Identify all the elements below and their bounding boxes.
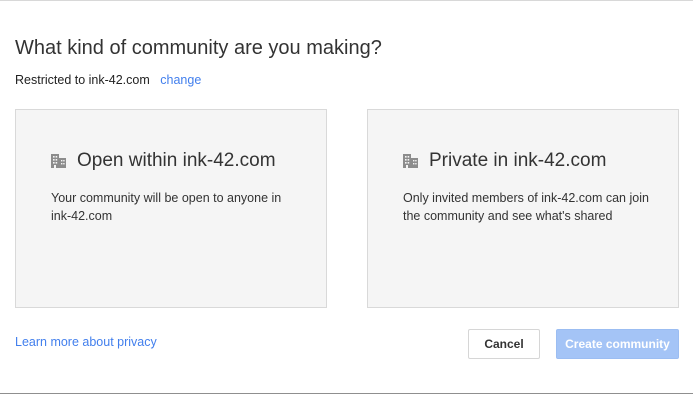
building-icon [403, 154, 418, 168]
create-community-dialog: What kind of community are you making? R… [0, 0, 693, 394]
private-option-description: Only invited members of ink-42.com can j… [403, 191, 649, 223]
open-option-title: Open within ink-42.com [77, 150, 276, 171]
building-icon [51, 154, 66, 168]
open-community-option[interactable]: Open within ink-42.com Your community wi… [15, 109, 327, 308]
change-link[interactable]: change [160, 73, 201, 87]
open-option-header: Open within ink-42.com [51, 150, 276, 172]
private-option-title: Private in ink-42.com [429, 150, 607, 171]
private-community-option[interactable]: Private in ink-42.com Only invited membe… [367, 109, 679, 308]
learn-more-privacy-link[interactable]: Learn more about privacy [15, 335, 157, 349]
create-community-button[interactable]: Create community [556, 329, 679, 359]
open-option-description: Your community will be open to anyone in… [51, 191, 282, 223]
dialog-title: What kind of community are you making? [15, 37, 382, 59]
private-option-header: Private in ink-42.com [403, 150, 606, 172]
cancel-button[interactable]: Cancel [468, 329, 540, 359]
restriction-text: Restricted to ink-42.com [15, 73, 150, 87]
restriction-row: Restricted to ink-42.com change [15, 73, 201, 87]
